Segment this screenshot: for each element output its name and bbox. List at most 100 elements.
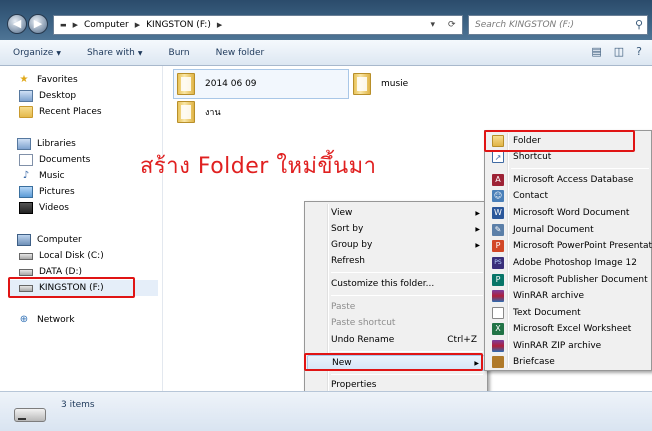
menu-item-paste-shortcut[interactable]: Paste shortcut xyxy=(307,315,485,331)
contact-icon: ☺ xyxy=(492,190,504,202)
menu-item-refresh[interactable]: Refresh xyxy=(307,253,485,269)
nav-favorites[interactable]: ★ Favorites xyxy=(17,72,78,88)
new-item-winrar[interactable]: WinRAR archive xyxy=(487,288,649,304)
nav-label: Libraries xyxy=(37,139,76,149)
view-options-icon[interactable]: ▤ xyxy=(591,45,601,58)
nav-label: DATA (D:) xyxy=(39,267,83,277)
folder-name: musie xyxy=(381,79,409,89)
recent-places-icon xyxy=(19,106,33,118)
menu-label: Journal Document xyxy=(513,225,594,235)
new-item-journal[interactable]: ✎ Journal Document xyxy=(487,222,649,238)
nav-recent-places[interactable]: Recent Places xyxy=(19,104,102,120)
nav-computer[interactable]: Computer xyxy=(17,232,82,248)
breadcrumb-chevron-icon[interactable]: ▶ xyxy=(217,21,222,29)
breadcrumb-chevron-icon[interactable]: ▶ xyxy=(135,21,140,29)
submenu-arrow-icon: ▶ xyxy=(475,241,480,249)
nav-label: Videos xyxy=(39,203,69,213)
menu-item-sort-by[interactable]: Sort by ▶ xyxy=(307,221,485,237)
navigation-pane: ★ Favorites Desktop Recent Places Librar… xyxy=(0,66,162,391)
new-item-contact[interactable]: ☺ Contact xyxy=(487,188,649,204)
menu-item-paste[interactable]: Paste xyxy=(307,299,485,315)
new-item-access[interactable]: A Microsoft Access Database xyxy=(487,172,649,188)
menu-item-undo-rename[interactable]: Undo Rename Ctrl+Z xyxy=(307,332,485,348)
breadcrumb-chevron-icon[interactable]: ▶ xyxy=(73,21,78,29)
folder-icon xyxy=(177,101,195,123)
search-icon[interactable]: ⚲ xyxy=(635,18,643,31)
menu-label: Shortcut xyxy=(513,152,552,162)
folder-icon xyxy=(177,73,195,95)
winrar-icon xyxy=(492,290,504,302)
new-item-text[interactable]: Text Document xyxy=(487,305,649,321)
menu-item-group-by[interactable]: Group by ▶ xyxy=(307,237,485,253)
breadcrumb-computer[interactable]: Computer xyxy=(84,20,129,30)
publisher-icon: P xyxy=(492,274,504,286)
folder-item[interactable]: 2014 06 09 xyxy=(177,73,257,95)
new-submenu: Folder ↗ Shortcut A Microsoft Access Datab… xyxy=(484,130,652,371)
new-folder-button[interactable]: New folder xyxy=(216,48,265,58)
menu-label: Microsoft Excel Worksheet xyxy=(513,324,632,334)
back-button[interactable]: ◀ xyxy=(7,14,27,34)
menu-item-customize[interactable]: Customize this folder... xyxy=(307,276,485,292)
menu-separator xyxy=(511,168,649,169)
address-bar-area: ◀ ▶ ▬ ▶ Computer ▶ KINGSTON (F:) ▶ ▾ ⟳ S… xyxy=(0,0,652,40)
new-item-publisher[interactable]: P Microsoft Publisher Document xyxy=(487,272,649,288)
menu-separator xyxy=(331,272,483,273)
preview-pane-icon[interactable]: ◫ xyxy=(614,45,624,58)
menu-label: Briefcase xyxy=(513,357,555,367)
nav-network[interactable]: ⊕ Network xyxy=(17,312,75,328)
organize-button[interactable]: Organize ▼ xyxy=(13,48,61,58)
nav-libraries[interactable]: Libraries xyxy=(17,136,76,152)
nav-videos[interactable]: Videos xyxy=(19,200,69,216)
burn-button[interactable]: Burn xyxy=(169,48,190,58)
nav-pictures[interactable]: Pictures xyxy=(19,184,75,200)
nav-local-disk[interactable]: Local Disk (C:) xyxy=(19,248,104,264)
menu-label: Undo Rename xyxy=(331,335,395,345)
refresh-icon[interactable]: ⟳ xyxy=(448,20,456,30)
nav-documents[interactable]: Documents xyxy=(19,152,90,168)
breadcrumb-kingston[interactable]: KINGSTON (F:) xyxy=(146,20,211,30)
search-placeholder: Search KINGSTON (F:) xyxy=(475,20,575,30)
folder-name: 2014 06 09 xyxy=(205,79,257,89)
menu-label: Group by xyxy=(331,240,373,250)
star-icon: ★ xyxy=(19,74,29,85)
nav-label: Music xyxy=(39,171,65,181)
help-icon[interactable]: ? xyxy=(636,45,642,58)
desktop-icon xyxy=(19,90,33,102)
briefcase-icon xyxy=(492,356,504,368)
menu-separator xyxy=(331,351,483,352)
nav-label: Desktop xyxy=(39,91,77,101)
menu-label: Properties xyxy=(331,380,377,390)
new-item-excel[interactable]: X Microsoft Excel Worksheet xyxy=(487,321,649,337)
nav-label: Computer xyxy=(37,235,82,245)
highlight-box-new xyxy=(304,353,483,371)
text-document-icon xyxy=(492,307,504,319)
share-with-button[interactable]: Share with ▼ xyxy=(87,48,143,58)
hard-drive-icon xyxy=(19,252,33,260)
item-count: 3 items xyxy=(61,400,95,410)
organize-label: Organize xyxy=(13,47,54,58)
new-item-winrar-zip[interactable]: WinRAR ZIP archive xyxy=(487,338,649,354)
new-item-powerpoint[interactable]: P Microsoft PowerPoint Presentation xyxy=(487,238,652,254)
nav-music[interactable]: ♪ Music xyxy=(19,168,65,184)
menu-separator xyxy=(331,374,483,375)
forward-button[interactable]: ▶ xyxy=(28,14,48,34)
menu-label: Microsoft Access Database xyxy=(513,175,634,185)
menu-label: Adobe Photoshop Image 12 xyxy=(513,258,637,268)
back-arrow-icon: ◀ xyxy=(12,17,22,30)
history-dropdown-icon[interactable]: ▾ xyxy=(430,20,435,30)
videos-icon xyxy=(19,202,33,214)
journal-icon: ✎ xyxy=(492,224,504,236)
view-controls: ▤ ◫ ? xyxy=(591,45,642,58)
search-input[interactable]: Search KINGSTON (F:) ⚲ xyxy=(468,15,648,35)
folder-item[interactable]: musie xyxy=(353,73,408,95)
menu-item-view[interactable]: View ▶ xyxy=(307,205,485,221)
folder-item[interactable]: งาน xyxy=(177,101,221,123)
new-item-photoshop[interactable]: PS Adobe Photoshop Image 12 xyxy=(487,255,649,271)
new-item-briefcase[interactable]: Briefcase xyxy=(487,354,649,370)
network-icon: ⊕ xyxy=(19,314,29,325)
new-item-word[interactable]: W Microsoft Word Document xyxy=(487,205,649,221)
nav-desktop[interactable]: Desktop xyxy=(19,88,76,104)
address-field[interactable]: ▬ ▶ Computer ▶ KINGSTON (F:) ▶ xyxy=(53,15,463,35)
chevron-down-icon: ▼ xyxy=(137,49,143,57)
pictures-icon xyxy=(19,186,33,198)
